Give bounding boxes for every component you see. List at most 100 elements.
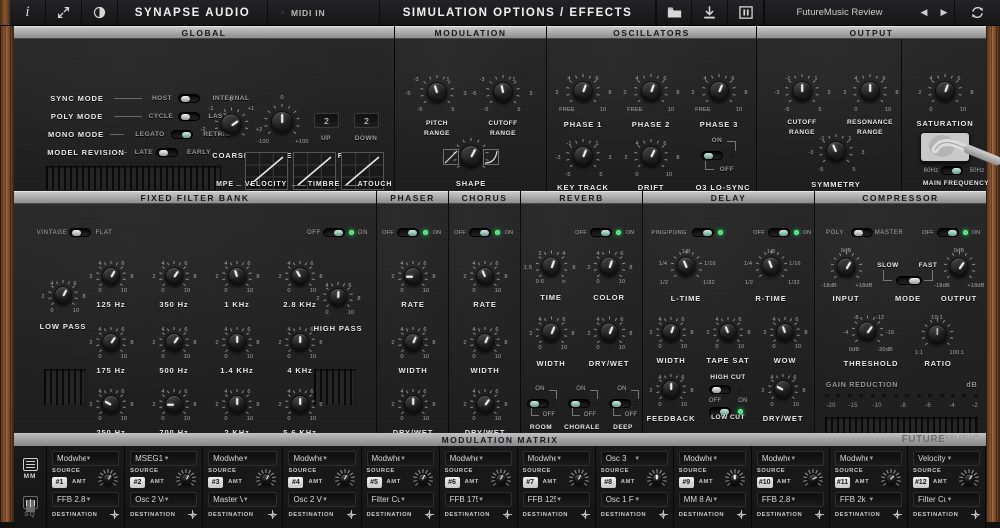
matrix-source-select[interactable]: Modwheel▼ [208, 451, 278, 466]
matrix-slot-number[interactable]: #1 [52, 477, 67, 488]
folder-icon[interactable] [656, 0, 692, 25]
matrix-amount-knob[interactable] [568, 469, 589, 489]
matrix-amount-knob[interactable] [98, 469, 118, 489]
o3-losync-switch[interactable] [701, 151, 723, 160]
model-revision-switch[interactable] [156, 148, 178, 157]
reverb-chorale-switch[interactable] [568, 399, 590, 408]
matrix-slot-number[interactable]: #8 [600, 477, 616, 488]
ffb-5k6-knob[interactable] [285, 389, 315, 415]
ffb-power-switch[interactable] [323, 228, 345, 237]
chorus-width-knob[interactable] [470, 327, 500, 353]
shape-curve-expo[interactable] [483, 149, 499, 165]
reverb-drywet-knob[interactable] [593, 316, 625, 343]
matrix-source-select[interactable]: Modwheel▼ [366, 451, 434, 466]
matrix-amount-knob[interactable] [724, 469, 745, 489]
matrix-learn-icon[interactable] [188, 510, 198, 519]
phaser-width-knob[interactable] [398, 327, 428, 353]
cutoff-range-knob[interactable] [486, 75, 520, 104]
comp-threshold-knob[interactable] [851, 315, 883, 342]
matrix-destination-select[interactable]: Osc 1 Fine▼ [600, 492, 668, 507]
matrix-destination-select[interactable]: Filter Cutoff▼ [912, 492, 980, 507]
phaser-drywet-knob[interactable] [398, 389, 428, 415]
ffb-1k-knob[interactable] [222, 261, 252, 287]
ffb-125-knob[interactable] [96, 261, 126, 287]
comp-mode-switch[interactable] [896, 276, 922, 285]
matrix-learn-icon[interactable] [346, 510, 356, 519]
matrix-source-select[interactable]: Modwheel▼ [834, 451, 902, 466]
ffb-low-pass-knob[interactable] [48, 280, 78, 306]
phase-1-knob[interactable] [566, 74, 600, 103]
matrix-slot-number[interactable]: #6 [444, 477, 460, 488]
matrix-amount-knob[interactable] [959, 469, 979, 489]
matrix-destination-select[interactable]: FFB 2.8k▼ [756, 492, 824, 507]
resonance-range-knob[interactable] [853, 74, 887, 103]
reverb-room-switch[interactable] [527, 399, 549, 408]
matrix-slot-number[interactable]: #3 [208, 477, 224, 488]
matrix-destination-select[interactable]: MM 8 Amt▼ [678, 492, 746, 507]
wow-knob[interactable] [770, 317, 800, 343]
tape-sat-knob[interactable] [713, 317, 743, 343]
matrix-amount-knob[interactable] [256, 469, 277, 489]
matrix-learn-icon[interactable] [580, 510, 590, 519]
matrix-amount-knob[interactable] [412, 469, 433, 489]
matrix-slot-number[interactable]: #2 [130, 477, 146, 488]
matrix-destination-select[interactable]: Filter Cutoff▼ [366, 492, 434, 507]
matrix-amount-knob[interactable] [802, 469, 823, 489]
resize-icon[interactable] [46, 0, 82, 25]
ffb-2k8-knob[interactable] [285, 261, 315, 287]
matrix-slot-number[interactable]: #11 [834, 477, 851, 488]
matrix-slot-number[interactable]: #7 [522, 477, 538, 488]
info-icon[interactable]: i [10, 0, 46, 25]
ffb-250-knob[interactable] [96, 389, 126, 415]
comp-input-knob[interactable] [830, 251, 862, 278]
chorus-rate-knob[interactable] [470, 261, 500, 287]
comp-output-knob[interactable] [943, 251, 975, 278]
matrix-learn-icon[interactable] [892, 510, 902, 519]
matrix-amount-knob[interactable] [334, 469, 355, 489]
saturation-knob[interactable] [928, 74, 962, 103]
delay-ltime-knob[interactable] [670, 250, 702, 277]
matrix-learn-icon[interactable] [814, 510, 824, 519]
pb-range-up-value[interactable]: 2 [314, 113, 339, 128]
matrix-slot-number[interactable]: #10 [756, 477, 773, 488]
poly-mode-switch[interactable] [178, 112, 200, 121]
sq-tab[interactable]: SQ [15, 488, 46, 526]
ffb-mode-switch[interactable] [69, 228, 91, 237]
shape-curve-linear[interactable] [443, 149, 459, 165]
preset-next-button[interactable]: ▶ [934, 0, 954, 25]
matrix-amount-knob[interactable] [490, 469, 511, 489]
contrast-icon[interactable] [82, 0, 118, 25]
matrix-amount-knob[interactable] [881, 469, 901, 489]
ffb-1k4-knob[interactable] [222, 327, 252, 353]
matrix-learn-icon[interactable] [502, 510, 512, 519]
matrix-source-select[interactable]: Modwheel▼ [678, 451, 746, 466]
matrix-source-select[interactable]: Modwheel▼ [288, 451, 356, 466]
matrix-destination-select[interactable]: FFB 125 ▼ [522, 492, 590, 507]
mono-mode-switch[interactable] [171, 130, 193, 139]
matrix-destination-select[interactable]: FFB 175 ▼ [444, 492, 512, 507]
matrix-source-select[interactable]: Velocity (+)▼ [912, 451, 980, 466]
shape-knob[interactable] [453, 138, 489, 168]
preset-prev-button[interactable]: ◀ [914, 0, 934, 25]
pb-range-down-value[interactable]: 2 [354, 113, 379, 128]
matrix-slot-number[interactable]: #9 [678, 477, 694, 488]
ffb-175-knob[interactable] [96, 327, 126, 353]
comp-power-switch[interactable] [937, 228, 959, 237]
matrix-destination-select[interactable]: FFB 2.8k▼ [52, 492, 120, 507]
ffb-4k-knob[interactable] [285, 327, 315, 353]
chorus-power-switch[interactable] [469, 228, 491, 237]
matrix-source-select[interactable]: Modwheel▼ [52, 451, 120, 466]
phaser-rate-knob[interactable] [398, 261, 428, 287]
out-cutoff-range-knob[interactable] [785, 74, 819, 103]
reverb-color-knob[interactable] [593, 250, 625, 277]
preset-name[interactable]: FutureMusic Review [764, 0, 914, 25]
drift-knob[interactable] [634, 139, 668, 168]
phase-2-knob[interactable] [634, 74, 668, 103]
matrix-learn-icon[interactable] [971, 510, 980, 519]
reverb-deep-switch[interactable] [609, 399, 631, 408]
matrix-destination-select[interactable]: Osc 2 Vol▼ [288, 492, 356, 507]
chorus-drywet-knob[interactable] [470, 389, 500, 415]
coarse-knob[interactable] [214, 107, 248, 136]
symmetry-knob[interactable] [819, 134, 853, 163]
comp-scope-switch[interactable] [851, 228, 873, 237]
